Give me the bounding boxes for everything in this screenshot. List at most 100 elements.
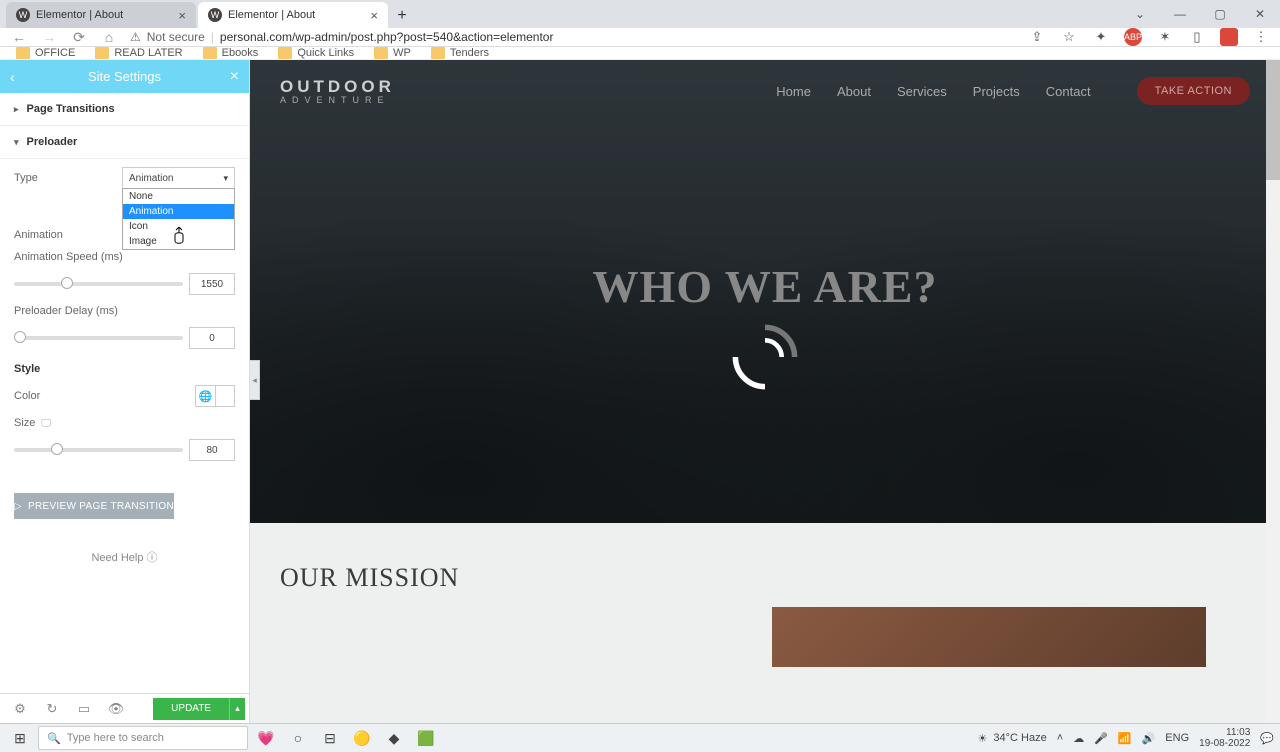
weather-widget[interactable]: ☀ 34°C Haze [978, 732, 1047, 745]
site-logo[interactable]: OUTDOOR [280, 78, 395, 95]
bookmark-read-later[interactable]: READ LATER [95, 47, 182, 59]
option-none[interactable]: None [123, 189, 234, 204]
chrome-icon[interactable]: 🟡 [348, 724, 376, 752]
panel-footer: ⚙ ↻ ▭ 👁 UPDATE ▴ [0, 693, 249, 723]
scrollbar[interactable] [1266, 60, 1280, 723]
back-icon[interactable]: ← [10, 28, 28, 46]
speed-slider[interactable] [14, 282, 183, 286]
size-slider[interactable] [14, 448, 183, 452]
help-icon: ⓘ [147, 552, 158, 564]
nav-contact[interactable]: Contact [1046, 84, 1091, 99]
insecure-label: Not secure [147, 30, 205, 44]
extension-icon[interactable]: ✦ [1092, 28, 1110, 46]
hero-section: OUTDOOR ADVENTURE Home About Services Pr… [250, 60, 1280, 523]
bookmark-tenders[interactable]: Tenders [431, 47, 489, 59]
control-size [14, 439, 235, 461]
history-icon[interactable]: ↻ [36, 694, 68, 724]
update-options-button[interactable]: ▴ [229, 698, 245, 720]
browser-tab-active[interactable]: W Elementor | About × [198, 2, 388, 28]
close-window-icon[interactable]: ✕ [1240, 0, 1280, 28]
wordpress-icon: W [208, 8, 222, 22]
chevron-down-icon[interactable]: ⌄ [1120, 0, 1160, 28]
nav-about[interactable]: About [837, 84, 871, 99]
cortana-icon[interactable]: ○ [284, 724, 312, 752]
bookmark-office[interactable]: OFFICE [16, 47, 75, 59]
forward-icon: → [40, 28, 58, 46]
app-icon-1[interactable]: ◆ [380, 724, 408, 752]
tray-chevron-icon[interactable]: ˄ [1057, 732, 1063, 744]
mission-section: OUR MISSION [250, 523, 1280, 723]
control-size-label: Size 🖵 [14, 417, 235, 429]
profile-icon[interactable] [1220, 28, 1238, 46]
cta-button[interactable]: TAKE ACTION [1137, 77, 1250, 105]
reload-icon[interactable]: ⟳ [70, 28, 88, 46]
minimize-icon[interactable]: — [1160, 0, 1200, 28]
mic-icon[interactable]: 🎤 [1094, 732, 1108, 745]
site-nav: Home About Services Projects Contact TAK… [776, 77, 1250, 105]
mission-image [772, 607, 1206, 667]
language-indicator[interactable]: ENG [1165, 732, 1189, 744]
insecure-icon: ⚠ [130, 30, 141, 44]
desktop-icon[interactable]: 🖵 [41, 418, 51, 429]
preview-transition-button[interactable]: ▷ PREVIEW PAGE TRANSITION [14, 493, 174, 519]
browser-tab[interactable]: W Elementor | About × [6, 2, 196, 28]
panel-icon[interactable]: ▯ [1188, 28, 1206, 46]
app-icon-2[interactable]: 🟩 [412, 724, 440, 752]
globe-icon: 🌐 [196, 386, 216, 406]
bookmark-wp[interactable]: WP [374, 47, 411, 59]
option-icon[interactable]: Icon [123, 219, 234, 234]
close-icon[interactable]: × [370, 8, 378, 23]
color-picker[interactable]: 🌐 [195, 385, 235, 407]
collapse-panel-handle[interactable]: ◂ [250, 360, 260, 400]
browser-tabs-bar: W Elementor | About × W Elementor | Abou… [0, 0, 1280, 28]
new-tab-button[interactable]: + [390, 4, 414, 28]
url-text: personal.com/wp-admin/post.php?post=540&… [220, 30, 554, 44]
control-speed [14, 273, 235, 295]
preview-area: OUTDOOR ADVENTURE Home About Services Pr… [250, 60, 1280, 723]
section-page-transitions[interactable]: ▸ Page Transitions [0, 93, 249, 126]
close-panel-button[interactable]: × [230, 68, 239, 86]
task-view-icon[interactable]: ⊟ [316, 724, 344, 752]
back-button[interactable]: ‹ [10, 69, 15, 85]
taskbar-heart-icon[interactable]: 💗 [252, 724, 280, 752]
nav-projects[interactable]: Projects [973, 84, 1020, 99]
nav-home[interactable]: Home [776, 84, 811, 99]
option-animation[interactable]: Animation [123, 204, 234, 219]
update-button[interactable]: UPDATE [153, 698, 229, 720]
home-icon[interactable]: ⌂ [100, 28, 118, 46]
bookmark-quick-links[interactable]: Quick Links [278, 47, 354, 59]
size-input[interactable] [189, 439, 235, 461]
nav-services[interactable]: Services [897, 84, 947, 99]
close-icon[interactable]: × [178, 8, 186, 23]
option-image[interactable]: Image [123, 234, 234, 249]
address-bar: ← → ⟳ ⌂ ⚠ Not secure | personal.com/wp-a… [0, 28, 1280, 47]
delay-label: Preloader Delay (ms) [14, 305, 235, 317]
puzzle-icon[interactable]: ✶ [1156, 28, 1174, 46]
preview-icon[interactable]: 👁 [100, 694, 132, 724]
abp-icon[interactable]: ABP [1124, 28, 1142, 46]
bookmarks-bar: OFFICE READ LATER Ebooks Quick Links WP … [0, 47, 1280, 60]
need-help-link[interactable]: Need Help ⓘ [0, 549, 249, 565]
url-input[interactable]: ⚠ Not secure | personal.com/wp-admin/pos… [130, 30, 1016, 44]
panel-title: Site Settings [88, 69, 161, 84]
speed-input[interactable] [189, 273, 235, 295]
delay-input[interactable] [189, 327, 235, 349]
taskbar-search[interactable]: 🔍 Type here to search [38, 726, 248, 750]
wifi-icon[interactable]: 📶 [1118, 732, 1132, 745]
section-preloader[interactable]: ▾ Preloader [0, 126, 249, 159]
maximize-icon[interactable]: ▢ [1200, 0, 1240, 28]
bookmark-ebooks[interactable]: Ebooks [203, 47, 259, 59]
responsive-icon[interactable]: ▭ [68, 694, 100, 724]
settings-icon[interactable]: ⚙ [4, 694, 36, 724]
onedrive-icon[interactable]: ☁ [1073, 732, 1084, 745]
sound-icon[interactable]: 🔊 [1142, 732, 1156, 745]
start-button[interactable]: ⊞ [6, 724, 34, 752]
clock[interactable]: 11:03 19-08-2022 [1199, 727, 1250, 749]
notifications-icon[interactable]: 💬 [1260, 732, 1274, 745]
delay-slider[interactable] [14, 336, 183, 340]
star-icon[interactable]: ☆ [1060, 28, 1078, 46]
share-icon[interactable]: ⇪ [1028, 28, 1046, 46]
type-select[interactable]: Animation ▾ [122, 167, 235, 189]
color-swatch [216, 386, 234, 406]
menu-icon[interactable]: ⋮ [1252, 28, 1270, 46]
